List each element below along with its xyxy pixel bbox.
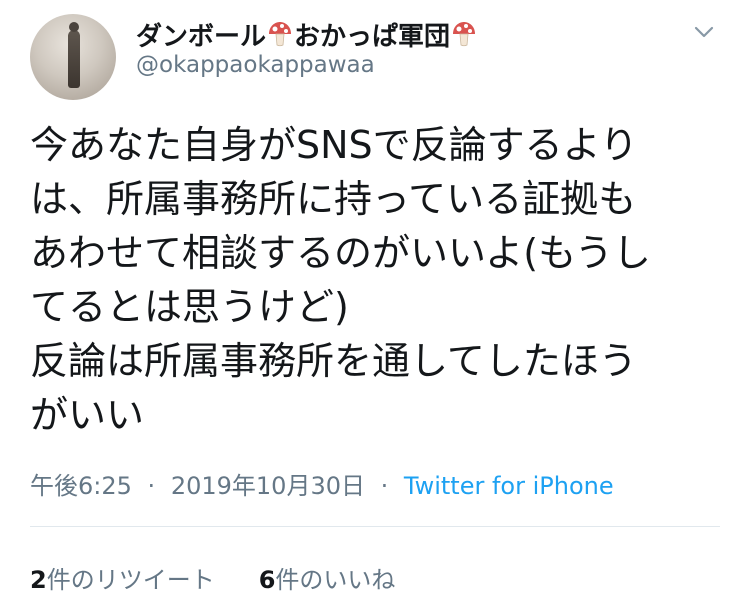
avatar-figure <box>68 22 80 88</box>
tweet-date[interactable]: 2019年10月30日 <box>171 472 365 500</box>
retweets-stat[interactable]: 2件のリツイート <box>30 560 215 595</box>
mushroom-icon <box>453 22 476 47</box>
display-name-part1: ダンボール <box>136 21 267 52</box>
display-name[interactable]: ダンボール おかっぱ軍団 <box>136 16 478 52</box>
display-name-part2: おかっぱ軍団 <box>294 21 451 52</box>
mushroom-icon <box>269 22 292 47</box>
likes-stat[interactable]: 6件のいいね <box>259 560 396 595</box>
user-handle[interactable]: @okappaokappawaa <box>136 52 375 78</box>
retweets-label: 件のリツイート <box>46 566 215 594</box>
tweet-source-link[interactable]: Twitter for iPhone <box>404 472 614 500</box>
retweets-count: 2 <box>30 566 47 594</box>
engagement-stats: 2件のリツイート 6件のいいね <box>30 560 395 595</box>
tweet-meta: 午後6:25 · 2019年10月30日 · Twitter for iPhon… <box>30 466 614 501</box>
divider <box>30 526 720 527</box>
tweet-time[interactable]: 午後6:25 <box>30 472 132 500</box>
tweet-text: 今あなた自身がSNSで反論するより は、所属事務所に持っている証拠も あわせて相… <box>30 123 651 437</box>
meta-separator: · <box>380 472 389 500</box>
likes-label: 件のいいね <box>275 566 396 594</box>
chevron-down-icon[interactable] <box>692 20 716 44</box>
avatar[interactable] <box>30 14 116 100</box>
likes-count: 6 <box>258 566 276 594</box>
meta-separator: · <box>147 472 156 500</box>
